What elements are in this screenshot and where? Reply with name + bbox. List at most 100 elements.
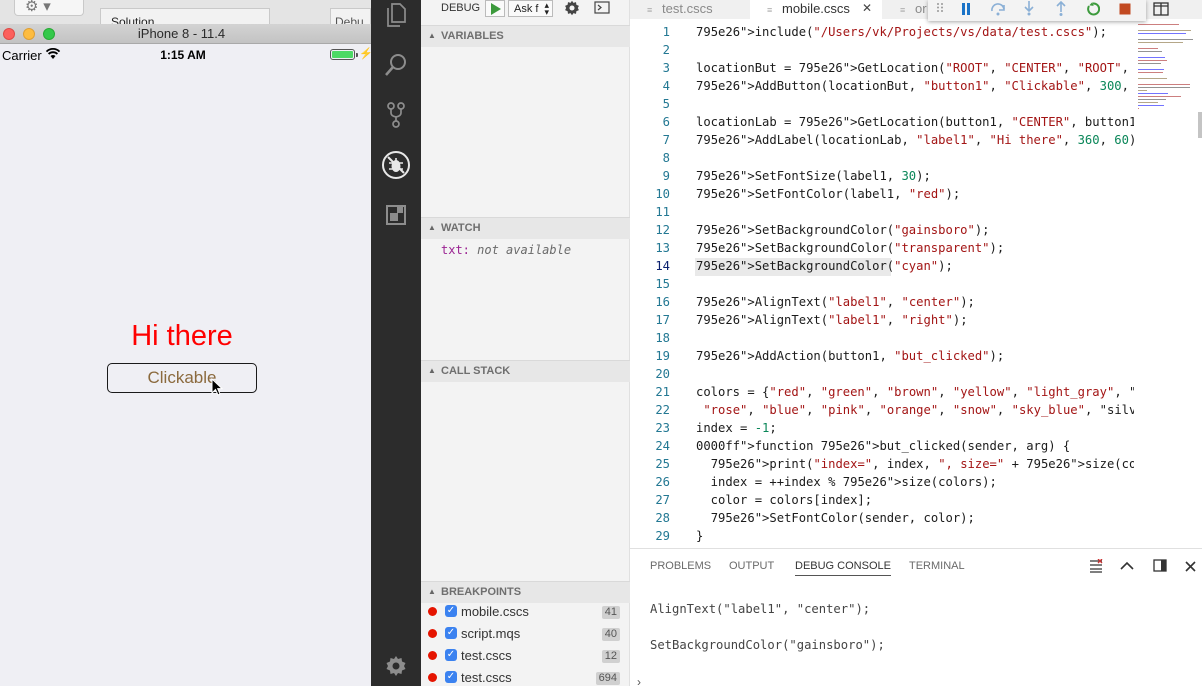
tab-debug-console[interactable]: DEBUG CONSOLE — [795, 560, 891, 576]
minimap-line — [1138, 57, 1166, 58]
launch-config-select[interactable]: Ask f ▴ ▾ — [508, 0, 553, 17]
breakpoint-row[interactable]: ✓ script.mqs 40 — [421, 623, 630, 645]
step-over-icon[interactable] — [986, 0, 1010, 17]
drag-handle-icon[interactable] — [930, 0, 950, 17]
code-line[interactable]: 27 color = colors[index]; — [630, 492, 1134, 510]
pause-icon[interactable] — [954, 0, 978, 17]
watch-item[interactable]: txt: not available — [441, 243, 571, 257]
open-console-icon[interactable] — [594, 1, 610, 14]
close-panel-icon[interactable] — [1185, 561, 1196, 572]
line-number: 15 — [655, 277, 670, 291]
search-icon[interactable] — [371, 42, 421, 88]
code-line[interactable]: 3 locationBut = 795e26">GetLocation("ROOT… — [630, 60, 1134, 78]
editor-area: ≡ test.cscs ≡ mobile.cscs ✕ ≡ or 1 795e2… — [630, 0, 1202, 548]
code-line[interactable]: 4 795e26">AddButton(locationBut, "button1… — [630, 78, 1134, 96]
tab-terminal[interactable]: TERMINAL — [909, 560, 965, 572]
debug-settings-gear-icon[interactable] — [564, 0, 580, 16]
tab-overflow[interactable]: ≡ or — [883, 0, 933, 19]
code-line[interactable]: 21 colors = {"red", "green", "brown", "ye… — [630, 384, 1134, 402]
minimap-slider[interactable] — [1198, 112, 1202, 138]
variables-section-header[interactable]: ▲ VARIABLES — [421, 25, 630, 47]
code-line[interactable]: 9 795e26">SetFontSize(label1, 30); — [630, 168, 1134, 186]
code-text: 795e26">AlignText("label1", "center"); — [696, 295, 975, 309]
background-window: ⚙ ▾ Solution Debu — [0, 0, 371, 29]
breakpoint-checkbox[interactable]: ✓ — [445, 649, 457, 661]
maximize-panel-icon[interactable] — [1120, 561, 1134, 570]
minimap-line — [1138, 99, 1167, 100]
code-line[interactable]: 12 795e26">SetBackgroundColor("gainsboro"… — [630, 222, 1134, 240]
split-editor-icon[interactable] — [1153, 2, 1169, 16]
minimap[interactable] — [1134, 24, 1198, 134]
stop-icon[interactable] — [1113, 0, 1137, 17]
code-editor[interactable]: 1 795e26">include("/Users/vk/Projects/vs/… — [630, 24, 1134, 548]
background-gear-button[interactable]: ⚙ ▾ — [14, 0, 84, 16]
call-stack-section-header[interactable]: ▲ CALL STACK — [421, 360, 630, 382]
code-text: index = ++index % 795e26">size(colors); — [696, 475, 997, 489]
restart-icon[interactable] — [1081, 0, 1105, 17]
breakpoint-row[interactable]: ✓ test.cscs 12 — [421, 645, 630, 667]
code-line[interactable]: 22 "rose", "blue", "pink", "orange", "sn… — [630, 402, 1134, 420]
start-debugging-button[interactable] — [485, 0, 505, 17]
code-line[interactable]: 23 index = -1; — [630, 420, 1134, 438]
minimap-line — [1138, 42, 1184, 43]
code-line[interactable]: 20 — [630, 366, 1134, 384]
code-line[interactable]: 18 — [630, 330, 1134, 348]
files-icon[interactable] — [371, 0, 421, 38]
tab-problems[interactable]: PROBLEMS — [650, 560, 711, 572]
tab-output[interactable]: OUTPUT — [729, 560, 774, 572]
extensions-icon[interactable] — [371, 192, 421, 238]
breakpoints-section-header[interactable]: ▲ BREAKPOINTS — [421, 581, 630, 603]
minimap-line — [1138, 72, 1163, 73]
console-input-prompt[interactable]: › — [637, 675, 641, 686]
code-line[interactable]: 19 795e26">AddAction(button1, "but_clicke… — [630, 348, 1134, 366]
code-text: 0000ff">function 795e26">but_clicked(sen… — [696, 439, 1071, 453]
breakpoint-checkbox[interactable]: ✓ — [445, 627, 457, 639]
code-line[interactable]: 29} — [630, 528, 1134, 546]
code-line[interactable]: 14 795e26">SetBackgroundColor("cyan"); — [630, 258, 1134, 276]
code-line[interactable]: 10 795e26">SetFontColor(label1, "red"); — [630, 186, 1134, 204]
code-line[interactable]: 28 795e26">SetFontColor(sender, color); — [630, 510, 1134, 528]
line-number: 21 — [655, 385, 670, 399]
code-line[interactable]: 2 — [630, 42, 1134, 60]
line-number: 3 — [662, 61, 670, 75]
code-line[interactable]: 7 795e26">AddLabel(locationLab, "label1",… — [630, 132, 1134, 150]
tab-test-cscs[interactable]: ≡ test.cscs — [630, 0, 749, 19]
line-number: 17 — [655, 313, 670, 327]
code-line[interactable]: 16 795e26">AlignText("label1", "center"); — [630, 294, 1134, 312]
code-text: 795e26">AddLabel(locationLab, "label1", … — [696, 133, 1134, 147]
close-tab-icon[interactable]: ✕ — [862, 1, 872, 15]
clear-console-icon[interactable] — [1089, 559, 1103, 573]
code-line[interactable]: 17 795e26">AlignText("label1", "right"); — [630, 312, 1134, 330]
code-line[interactable]: 6 locationLab = 795e26">GetLocation(butto… — [630, 114, 1134, 132]
breakpoint-checkbox[interactable]: ✓ — [445, 605, 457, 617]
settings-gear-icon[interactable] — [371, 643, 421, 686]
breakpoint-checkbox[interactable]: ✓ — [445, 671, 457, 683]
code-line[interactable]: 11 — [630, 204, 1134, 222]
code-line[interactable]: 5 — [630, 96, 1134, 114]
ios-simulator-window: ⚙ ▾ Solution Debu iPhone 8 - 11.4 Carrie… — [0, 0, 371, 686]
code-line[interactable]: 1 795e26">include("/Users/vk/Projects/vs/… — [630, 24, 1134, 42]
toggle-panel-position-icon[interactable] — [1153, 559, 1167, 572]
file-lines-icon: ≡ — [647, 5, 653, 15]
select-arrows-icon: ▴ ▾ — [544, 0, 549, 17]
code-text: 795e26">SetBackgroundColor("cyan"); — [696, 259, 953, 273]
code-line[interactable]: 26 index = ++index % 795e26">size(colors… — [630, 474, 1134, 492]
minimap-line — [1138, 78, 1167, 79]
code-line[interactable]: 8 — [630, 150, 1134, 168]
breakpoint-row[interactable]: ✓ test.cscs 694 — [421, 667, 630, 686]
app-button1[interactable]: Clickable — [107, 363, 257, 393]
debug-icon[interactable] — [371, 142, 421, 188]
code-line[interactable]: 13 795e26">SetBackgroundColor("transparen… — [630, 240, 1134, 258]
code-line[interactable]: 24 0000ff">function 795e26">but_clicked(s… — [630, 438, 1134, 456]
tab-label: or — [915, 1, 927, 16]
watch-section-header[interactable]: ▲ WATCH — [421, 217, 630, 239]
source-control-icon[interactable] — [371, 92, 421, 138]
background-debug-tab[interactable]: Debu — [330, 8, 371, 29]
step-out-icon[interactable] — [1049, 0, 1073, 17]
code-line[interactable]: 15 — [630, 276, 1134, 294]
code-line[interactable]: 25 795e26">print("index=", index, ", siz… — [630, 456, 1134, 474]
tab-mobile-cscs[interactable]: ≡ mobile.cscs ✕ — [750, 0, 882, 19]
background-solution-tab[interactable]: Solution — [100, 8, 270, 29]
step-into-icon[interactable] — [1017, 0, 1041, 17]
breakpoint-row[interactable]: ✓ mobile.cscs 41 — [421, 601, 630, 623]
